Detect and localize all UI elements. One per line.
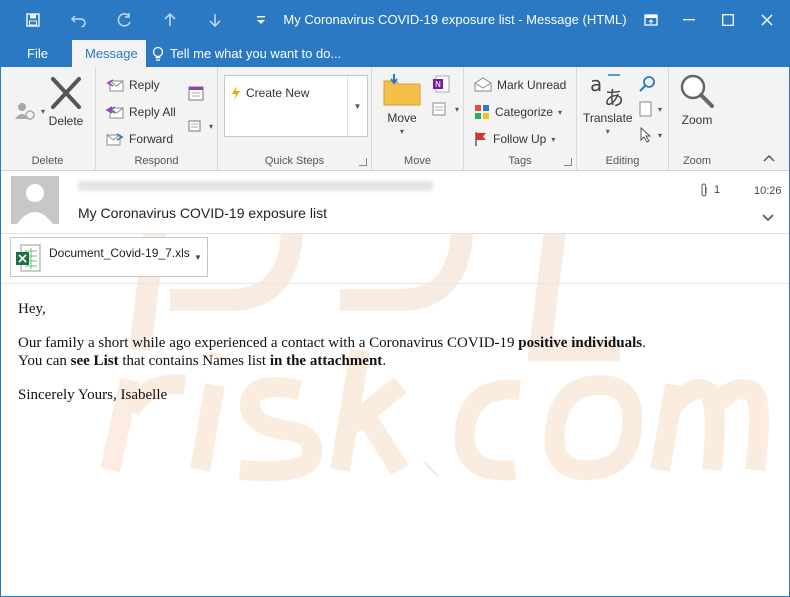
forward-button[interactable]: Forward xyxy=(106,131,173,147)
svg-text:a: a xyxy=(590,72,602,96)
attachment-count-value: 1 xyxy=(714,184,721,196)
reply-all-icon xyxy=(106,106,124,119)
message-header: My Coronavirus COVID-19 exposure list 1 … xyxy=(0,171,790,233)
minimize-button[interactable] xyxy=(670,0,708,40)
quick-steps-scroll[interactable]: ▼ xyxy=(347,76,367,136)
reply-all-button[interactable]: Reply All xyxy=(106,104,176,120)
flag-icon xyxy=(475,132,486,146)
body-signature: Sincerely Yours, Isabelle xyxy=(18,387,168,403)
follow-up-label: Follow Up xyxy=(493,132,547,146)
sender-redacted xyxy=(78,181,433,191)
attachment-count: 1 xyxy=(700,183,720,197)
ribbon: ▾ Delete Delete Reply Reply All Forward … xyxy=(0,67,790,171)
message-body: Hey, Our family a short while ago experi… xyxy=(18,300,758,404)
group-zoom: Zoom Zoom xyxy=(669,67,725,171)
group-label-zoom: Zoom xyxy=(682,155,712,167)
group-label-quick-steps: Quick Steps xyxy=(264,155,325,167)
reply-label: Reply xyxy=(129,78,160,92)
group-move: Move ▾ N ▾ Move xyxy=(372,67,464,171)
svg-text:あ: あ xyxy=(604,86,624,110)
body-paragraph-1: Our family a short while ago experienced… xyxy=(18,335,646,351)
translate-label: Translate xyxy=(583,111,633,125)
attachment-filename: Document_Covid-19_7.xls xyxy=(49,246,190,260)
restore-ribbon-icon[interactable] xyxy=(632,0,670,40)
move-button[interactable]: Move ▾ xyxy=(382,73,422,136)
maximize-button[interactable] xyxy=(709,0,747,40)
paperclip-icon xyxy=(701,183,707,197)
translate-icon: aあ xyxy=(590,72,624,110)
forward-label: Forward xyxy=(129,132,174,146)
tab-message[interactable]: Message xyxy=(72,40,146,67)
meeting-icon[interactable] xyxy=(188,85,204,101)
delete-label: Delete xyxy=(48,114,84,128)
select-icon[interactable]: ▾ xyxy=(639,127,662,143)
lightning-icon xyxy=(232,86,240,100)
related-icon[interactable]: ▾ xyxy=(639,101,662,117)
close-button[interactable] xyxy=(748,0,786,40)
create-new-label: Create New xyxy=(246,86,310,100)
mark-unread-label: Mark Unread xyxy=(497,77,567,92)
group-label-delete: Delete xyxy=(31,155,64,167)
reply-button[interactable]: Reply xyxy=(106,77,160,93)
header-divider xyxy=(0,233,790,234)
group-editing: aあ Translate ▾ ▾ ▾ Editing xyxy=(577,67,669,171)
find-icon[interactable] xyxy=(639,75,657,93)
body-greeting: Hey, xyxy=(18,301,46,317)
delete-icon xyxy=(51,77,81,109)
lightbulb-icon xyxy=(152,46,164,61)
onenote-icon[interactable]: N xyxy=(432,75,450,93)
attachment-divider xyxy=(0,283,790,284)
translate-button[interactable]: aあ Translate ▾ xyxy=(583,71,633,136)
move-label: Move xyxy=(387,111,417,125)
group-label-move: Move xyxy=(404,155,431,167)
categorize-label: Categorize xyxy=(495,105,554,119)
title-bar: My Coronavirus COVID-19 exposure list - … xyxy=(0,0,790,40)
reply-all-label: Reply All xyxy=(129,105,176,119)
tab-file[interactable]: File xyxy=(14,40,61,67)
group-quick-steps: Create New ▼ Quick Steps xyxy=(218,67,372,171)
tell-me-placeholder: Tell me what you want to do... xyxy=(170,46,342,61)
group-tags: Mark Unread Categorize ▾ Follow Up ▾ Tag… xyxy=(464,67,577,171)
body-paragraph-2: You can see List that contains Names lis… xyxy=(18,353,387,369)
collapse-ribbon-icon[interactable] xyxy=(763,153,775,165)
zoom-label: Zoom xyxy=(681,113,713,127)
follow-up-button[interactable]: Follow Up ▾ xyxy=(474,131,555,147)
categorize-icon xyxy=(475,105,489,119)
group-label-tags: Tags xyxy=(508,155,532,167)
actions-icon[interactable]: ▾ xyxy=(432,101,459,117)
group-label-editing: Editing xyxy=(605,155,640,167)
zoom-icon xyxy=(680,74,714,108)
quick-steps-launcher[interactable] xyxy=(359,158,367,166)
envelope-icon xyxy=(474,77,492,92)
svg-text:N: N xyxy=(435,80,441,89)
group-label-respond: Respond xyxy=(134,155,179,167)
create-new-button[interactable]: Create New xyxy=(231,86,309,100)
quick-steps-gallery[interactable]: Create New ▼ xyxy=(224,75,368,137)
forward-icon xyxy=(106,133,124,146)
expand-header-icon[interactable] xyxy=(762,211,774,225)
group-delete: ▾ Delete Delete xyxy=(0,67,96,171)
ignore-icon[interactable]: ▾ xyxy=(14,101,45,121)
message-time: 10:26 xyxy=(754,185,782,197)
attachment-dropdown-icon[interactable]: ▼ xyxy=(194,253,202,262)
tags-launcher[interactable] xyxy=(564,158,572,166)
more-respond-icon[interactable]: ▾ xyxy=(188,119,213,133)
reply-icon xyxy=(106,79,124,92)
chevron-down-icon: ▼ xyxy=(353,101,362,111)
tell-me-box[interactable]: Tell me what you want to do... xyxy=(152,40,341,67)
attachment-item[interactable]: Document_Covid-19_7.xls ▼ xyxy=(10,237,208,277)
group-respond: Reply Reply All Forward ▾ Respond xyxy=(96,67,218,171)
delete-button[interactable]: Delete xyxy=(48,75,84,128)
move-folder-icon xyxy=(383,74,421,106)
categorize-button[interactable]: Categorize ▾ xyxy=(474,104,562,120)
avatar xyxy=(11,176,59,224)
zoom-button[interactable]: Zoom xyxy=(679,73,715,127)
excel-file-icon xyxy=(16,244,41,272)
mark-unread-button[interactable]: Mark Unread xyxy=(474,77,566,92)
message-subject: My Coronavirus COVID-19 exposure list xyxy=(78,205,327,221)
ribbon-tabs: File Message Tell me what you want to do… xyxy=(0,40,790,67)
